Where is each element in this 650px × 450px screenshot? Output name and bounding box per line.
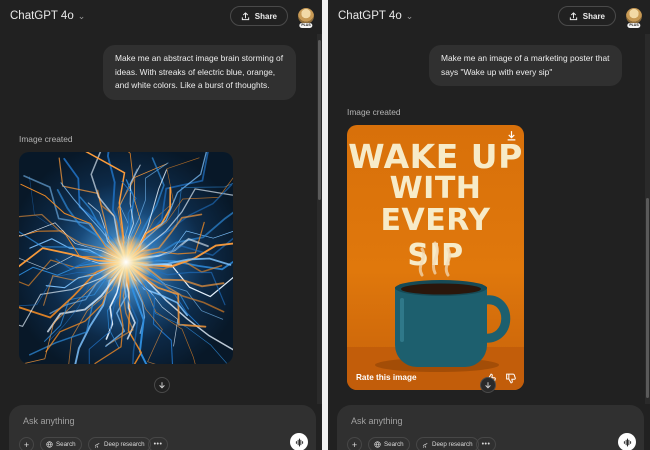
attach-button[interactable]: + [19, 437, 34, 450]
user-message: Make me an image of a marketing poster t… [429, 45, 622, 86]
telescope-icon [94, 443, 100, 448]
more-tools-button[interactable]: ••• [148, 437, 168, 450]
search-button[interactable]: Search [368, 437, 410, 450]
generated-image-brainstorm[interactable] [19, 152, 233, 364]
plan-badge: PLUS [627, 23, 641, 28]
image-status: Image created [19, 134, 73, 144]
plus-icon: + [351, 439, 358, 450]
chat-pane-left: ChatGPT 4o ⌄ Share PLUS Make me an abstr… [0, 0, 322, 450]
deep-research-button[interactable]: Deep research [416, 437, 479, 450]
deep-research-label: Deep research [104, 441, 145, 448]
chat-header: ChatGPT 4o ⌄ Share PLUS [328, 0, 650, 34]
model-name: ChatGPT 4o [10, 10, 74, 22]
search-label: Search [384, 441, 404, 448]
scrollbar[interactable] [317, 34, 322, 404]
arrow-down-icon [485, 382, 491, 389]
more-tools-button[interactable]: ••• [476, 437, 496, 450]
share-label: Share [254, 11, 277, 21]
image-status: Image created [347, 107, 401, 117]
share-button[interactable]: Share [557, 6, 616, 26]
voice-icon [295, 437, 303, 447]
composer[interactable]: Ask anything + Search Deep research ••• [9, 405, 316, 450]
chevron-down-icon: ⌄ [77, 10, 86, 21]
coffee-mug-artwork [347, 241, 524, 390]
message-input[interactable]: Ask anything [351, 416, 403, 426]
thumbs-down-icon[interactable] [505, 373, 516, 384]
search-button[interactable]: Search [40, 437, 82, 450]
scrollbar-thumb[interactable] [318, 40, 321, 200]
more-label: ••• [481, 441, 491, 448]
voice-mode-button[interactable] [290, 433, 308, 450]
generated-image-poster[interactable]: WAKE UP WITH EVERY SIP Rate this image [347, 125, 524, 390]
user-message: Make me an abstract image brain storming… [103, 45, 296, 100]
share-icon [241, 11, 249, 20]
model-selector[interactable]: ChatGPT 4o ⌄ [10, 10, 85, 22]
plus-icon: + [23, 439, 30, 450]
chevron-down-icon: ⌄ [405, 10, 414, 21]
avatar[interactable]: PLUS [626, 8, 642, 28]
brainstorm-artwork [19, 152, 233, 364]
globe-icon [374, 441, 381, 448]
chat-header: ChatGPT 4o ⌄ Share PLUS [0, 0, 322, 34]
globe-icon [46, 441, 53, 448]
model-selector[interactable]: ChatGPT 4o ⌄ [338, 10, 413, 22]
share-button[interactable]: Share [229, 6, 288, 26]
attach-button[interactable]: + [347, 437, 362, 450]
deep-research-button[interactable]: Deep research [88, 437, 151, 450]
scroll-down-button[interactable] [154, 377, 170, 393]
voice-icon [623, 437, 631, 447]
share-label: Share [582, 11, 605, 21]
message-input[interactable]: Ask anything [23, 416, 75, 426]
share-icon [569, 11, 577, 20]
avatar[interactable]: PLUS [298, 8, 314, 28]
download-icon[interactable] [506, 130, 517, 141]
chat-pane-right: ChatGPT 4o ⌄ Share PLUS Make me an image… [328, 0, 650, 450]
search-label: Search [56, 441, 76, 448]
telescope-icon [422, 443, 428, 448]
deep-research-label: Deep research [432, 441, 473, 448]
scroll-down-button[interactable] [480, 377, 496, 393]
rate-image-label: Rate this image [356, 373, 417, 382]
model-name: ChatGPT 4o [338, 10, 402, 22]
composer[interactable]: Ask anything + Search Deep research ••• [337, 405, 644, 450]
plan-badge: PLUS [299, 23, 313, 28]
arrow-down-icon [159, 382, 165, 389]
voice-mode-button[interactable] [618, 433, 636, 450]
scrollbar[interactable] [645, 34, 650, 404]
scrollbar-thumb[interactable] [646, 198, 649, 398]
more-label: ••• [153, 441, 163, 448]
